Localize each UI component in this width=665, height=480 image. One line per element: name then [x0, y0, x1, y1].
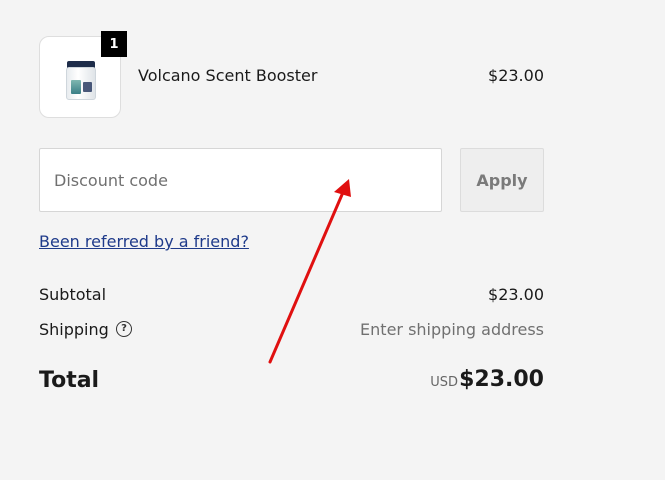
product-price: $23.00 — [488, 66, 544, 85]
product-thumbnail: 1 — [39, 31, 127, 118]
product-jar-icon — [66, 61, 96, 101]
discount-code-input[interactable] — [39, 148, 442, 212]
shipping-row: Shipping ? Enter shipping address — [39, 320, 544, 342]
total-label: Total — [39, 368, 100, 393]
subtotal-label: Subtotal — [39, 285, 107, 304]
question-circle-icon[interactable]: ? — [116, 321, 132, 337]
shipping-label: Shipping — [39, 320, 109, 339]
total-amount: $23.00 — [459, 367, 544, 392]
total-row: Total USD $23.00 — [39, 366, 544, 398]
subtotal-value: $23.00 — [488, 285, 544, 304]
cart-line-item: 1 Volcano Scent Booster $23.00 — [39, 31, 544, 118]
product-name: Volcano Scent Booster — [138, 66, 318, 85]
apply-discount-button[interactable]: Apply — [460, 148, 544, 212]
referral-link[interactable]: Been referred by a friend? — [39, 232, 249, 251]
shipping-value: Enter shipping address — [360, 320, 544, 339]
total-currency: USD — [430, 375, 458, 390]
subtotal-row: Subtotal $23.00 — [39, 285, 544, 307]
quantity-badge: 1 — [101, 31, 127, 57]
